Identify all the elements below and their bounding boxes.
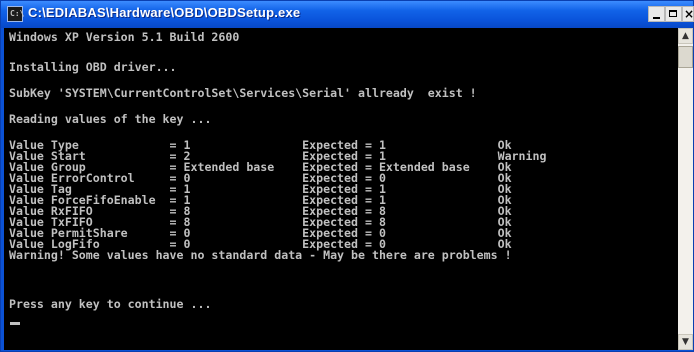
- console-window: C:\ C:\EDIABAS\Hardware\OBD\OBDSetup.exe…: [0, 0, 694, 352]
- console-line-subkey: SubKey 'SYSTEM\CurrentControlSet\Service…: [9, 86, 477, 100]
- console-line-os-version: Windows XP Version 5.1 Build 2600: [9, 30, 240, 44]
- scroll-up-button[interactable]: ▲: [678, 28, 693, 44]
- console-window-icon[interactable]: C:\: [7, 6, 25, 22]
- chevron-down-icon: ▼: [682, 337, 689, 347]
- console-line-warning: Warning! Some values have no standard da…: [9, 248, 512, 262]
- title-bar[interactable]: C:\ C:\EDIABAS\Hardware\OBD\OBDSetup.exe…: [1, 1, 694, 28]
- text-cursor: [10, 322, 20, 325]
- minimize-button[interactable]: [648, 6, 665, 22]
- console-output[interactable]: Windows XP Version 5.1 Build 2600 Instal…: [4, 28, 678, 350]
- chevron-up-icon: ▲: [682, 31, 689, 41]
- scroll-thumb[interactable]: [678, 46, 693, 68]
- vertical-scrollbar[interactable]: ▲ ▼: [678, 28, 693, 350]
- console-line-reading: Reading values of the key ...: [9, 112, 212, 126]
- console-line-installing: Installing OBD driver...: [9, 60, 177, 74]
- maximize-button[interactable]: [665, 6, 682, 22]
- console-line-press-key: Press any key to continue ...: [9, 297, 212, 311]
- window-title: C:\EDIABAS\Hardware\OBD\OBDSetup.exe: [28, 5, 301, 20]
- close-icon: ×: [684, 7, 694, 21]
- scroll-down-button[interactable]: ▼: [678, 334, 693, 350]
- console-icon-glyph: C:\: [10, 9, 25, 18]
- close-button[interactable]: ×: [682, 6, 694, 22]
